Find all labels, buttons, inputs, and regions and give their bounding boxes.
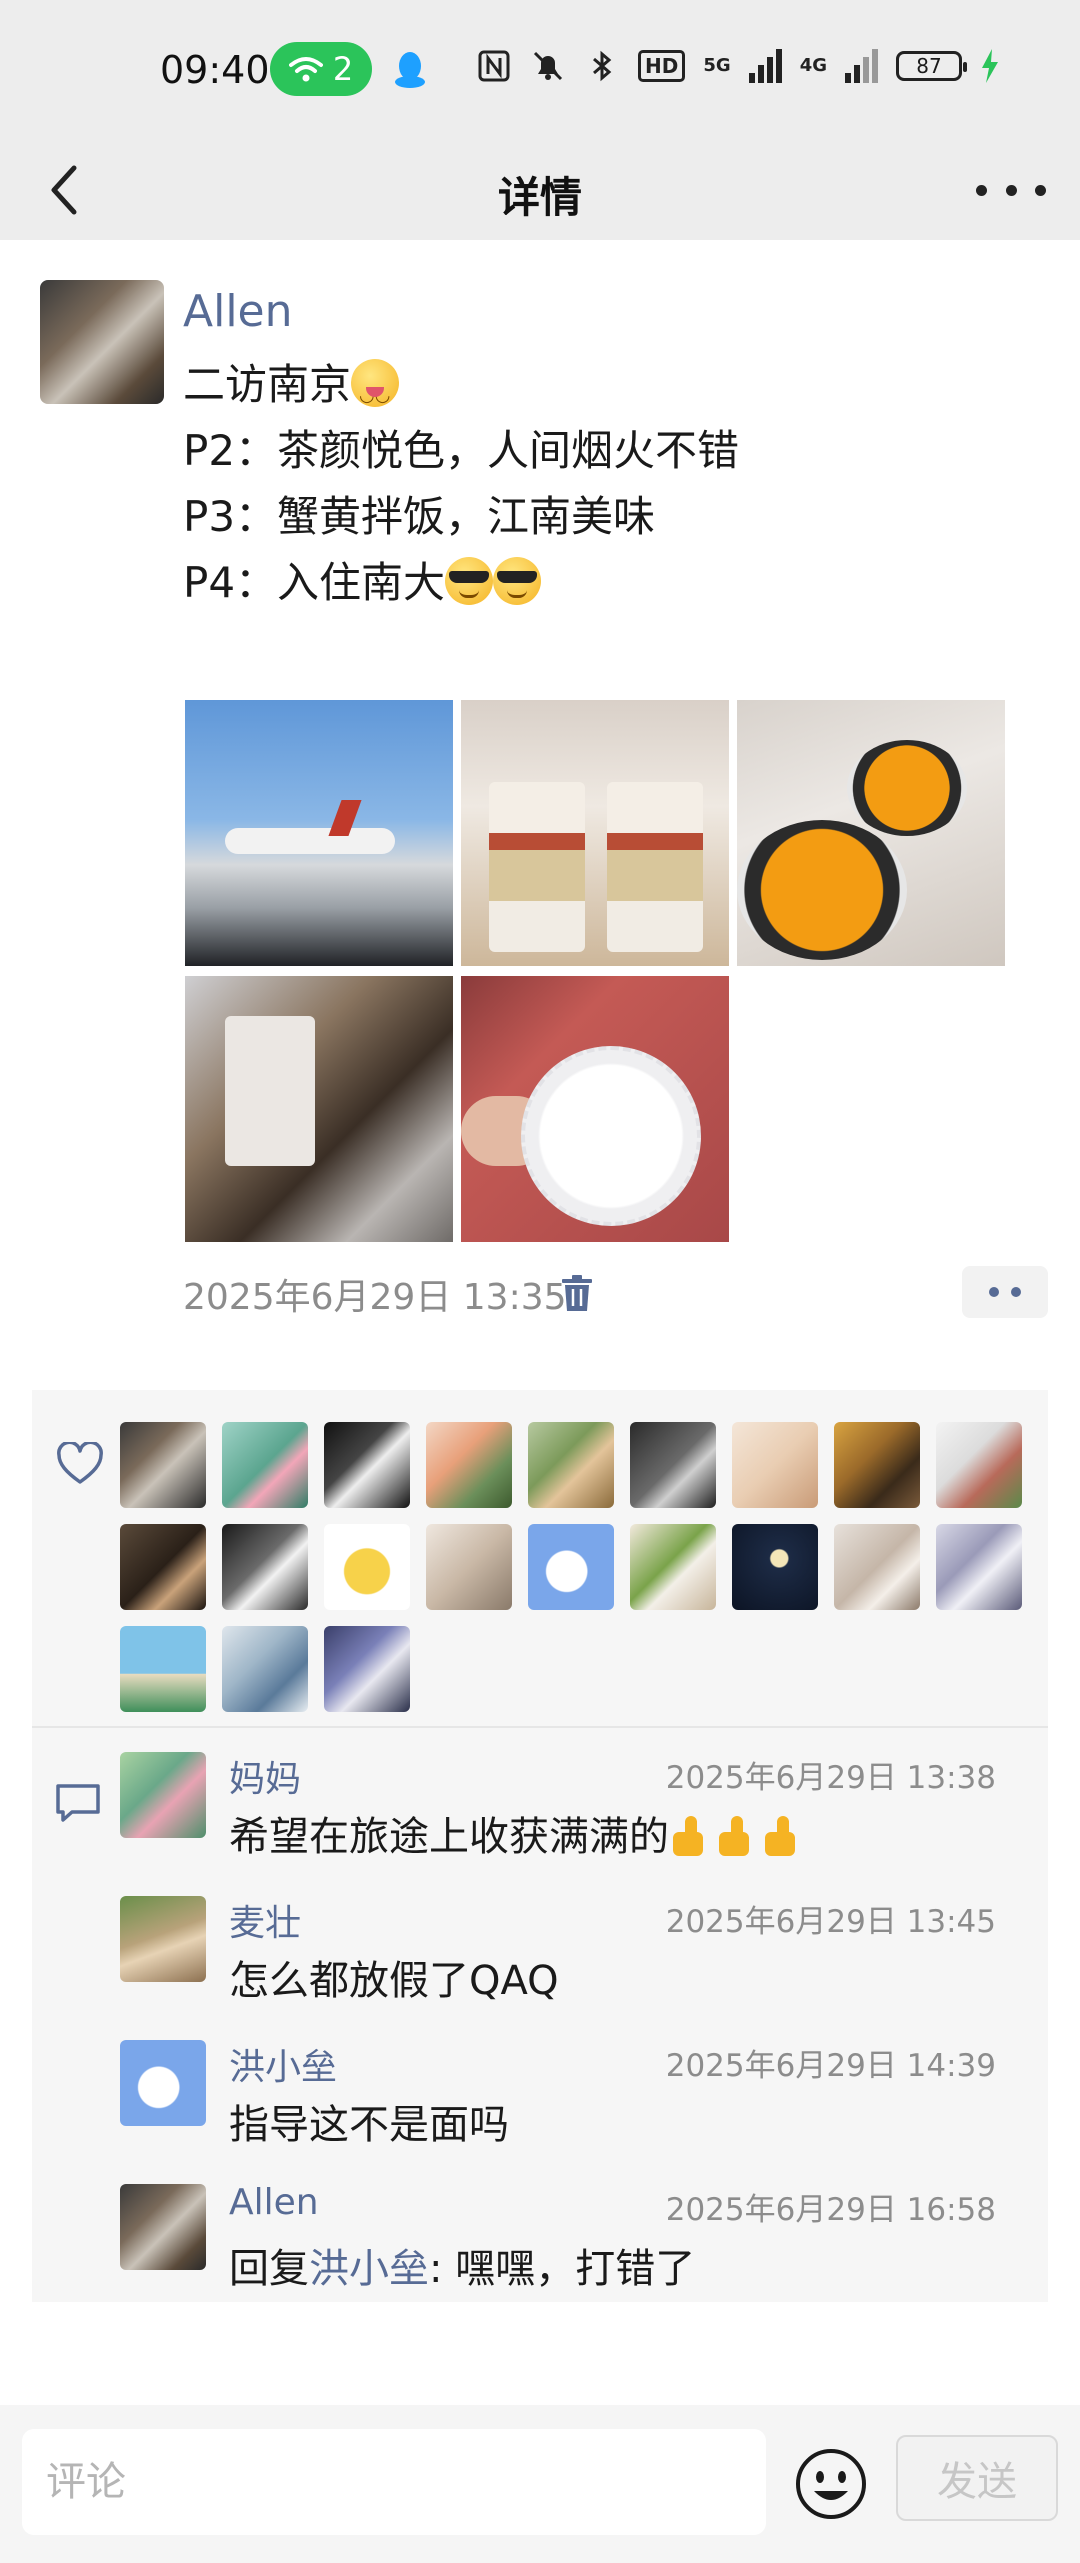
comment-avatar-allen[interactable] (120, 2184, 206, 2270)
comment-time: 2025年6月29日 13:45 (665, 1904, 996, 1940)
trash-icon[interactable] (560, 1274, 594, 1312)
photo-crab-rice[interactable] (737, 700, 1005, 966)
page-title: 详情 (497, 173, 582, 222)
status-time: 09:40 (160, 48, 270, 92)
comment-author[interactable]: 洪小垒 (229, 2038, 337, 2090)
like-avatar[interactable] (222, 1524, 308, 1610)
post-line: 二访南京 (183, 352, 739, 429)
like-avatar[interactable] (630, 1422, 716, 1508)
comment-input-bar: 发送 (0, 2405, 1080, 2563)
qq-icon (395, 52, 425, 88)
like-avatar[interactable] (120, 1626, 206, 1712)
network-4g-label: 4G (799, 55, 827, 76)
sunglasses-emoji-icon (445, 557, 494, 605)
like-avatar[interactable] (528, 1422, 614, 1508)
like-avatar[interactable] (936, 1422, 1022, 1508)
like-avatar[interactable] (528, 1524, 614, 1610)
network-5g-label: 5G (703, 55, 731, 76)
like-avatar[interactable] (120, 1524, 206, 1610)
photo-tea-drinks[interactable] (461, 700, 729, 966)
battery-icon: 87 (896, 51, 967, 81)
photo-hotel-room[interactable] (185, 976, 453, 1242)
divider (32, 1726, 1048, 1728)
comment-avatar-hongxiaolei[interactable] (120, 2040, 206, 2126)
like-avatar[interactable] (936, 1524, 1022, 1610)
comment-time: 2025年6月29日 13:38 (665, 1760, 996, 1796)
charging-bolt-icon (982, 49, 998, 83)
signal-5g-icon (748, 49, 782, 83)
comment-time: 2025年6月29日 14:39 (665, 2048, 996, 2084)
wifi-icon (288, 57, 323, 82)
heart-icon (57, 1442, 103, 1484)
comment-author[interactable]: 妈妈 (229, 1750, 301, 1802)
emoji-picker-icon[interactable] (794, 2447, 868, 2521)
thumbs-up-emoji-icon (761, 1814, 805, 1858)
more-options-icon[interactable] (976, 168, 1046, 212)
comment-avatar-maizhuang[interactable] (120, 1896, 206, 1982)
like-avatar[interactable] (324, 1524, 410, 1610)
like-avatar[interactable] (222, 1422, 308, 1508)
wifi-count: 2 (332, 50, 354, 88)
like-avatar[interactable] (324, 1422, 410, 1508)
like-avatar[interactable] (630, 1524, 716, 1610)
nfc-icon (478, 50, 510, 82)
nav-bar: 详情 (0, 140, 1080, 240)
battery-level: 87 (916, 54, 942, 78)
post-author-avatar[interactable] (40, 280, 164, 404)
like-avatar[interactable] (834, 1524, 920, 1610)
interactions-panel: 妈妈 2025年6月29日 13:38 希望在旅途上收获满满的 麦壮 2025年… (32, 1390, 1048, 2302)
comment-author[interactable]: 麦壮 (229, 1894, 301, 1946)
comment-text: 回复洪小垒: 嘿嘿，打错了 (229, 2246, 696, 2292)
wifi-hotspot-badge: 2 (270, 42, 372, 96)
comment-input[interactable] (22, 2429, 766, 2535)
signal-4g-icon (845, 49, 878, 83)
like-avatar[interactable] (834, 1422, 920, 1508)
comment-text: 怎么都放假了QAQ (229, 1958, 559, 2004)
comment-text: 指导这不是面吗 (229, 2102, 509, 2148)
sunglasses-emoji-icon (493, 557, 542, 605)
reply-to-user-link[interactable]: 洪小垒 (309, 2246, 429, 2292)
like-avatar[interactable] (732, 1422, 818, 1508)
status-bar: 09:40 2 HD 5G 4G 87 (0, 0, 1080, 140)
comment-text: 希望在旅途上收获满满的 (229, 1804, 807, 1862)
comment-time: 2025年6月29日 16:58 (665, 2192, 996, 2228)
like-avatar[interactable] (120, 1422, 206, 1508)
like-avatar[interactable] (222, 1626, 308, 1712)
photo-soap[interactable] (461, 976, 729, 1242)
comment-bubble-icon (56, 1784, 100, 1822)
status-right-icons: HD 5G 4G 87 (476, 48, 1000, 84)
thumbs-up-emoji-icon (715, 1814, 759, 1858)
like-avatar[interactable] (426, 1524, 512, 1610)
yum-emoji-icon (351, 359, 400, 429)
post-timestamp: 2025年6月29日 13:35 (183, 1277, 567, 1318)
thumbs-up-emoji-icon (669, 1814, 713, 1858)
post-author-name[interactable]: Allen (183, 286, 293, 337)
like-comment-menu-button[interactable] (962, 1266, 1048, 1318)
comment-author[interactable]: Allen (229, 2182, 319, 2223)
comment-avatar-mama[interactable] (120, 1752, 206, 1838)
photo-airport[interactable] (185, 700, 453, 966)
like-avatar[interactable] (426, 1422, 512, 1508)
post-line: P4：入住南大 (183, 550, 739, 616)
send-button[interactable]: 发送 (896, 2435, 1058, 2521)
like-avatar[interactable] (732, 1524, 818, 1610)
bluetooth-icon (593, 50, 612, 82)
mute-bell-icon (533, 51, 563, 81)
post-line: P2：茶颜悦色，人间烟火不错 (183, 426, 740, 475)
post-content: 二访南京 P2：茶颜悦色，人间烟火不错 P3：蟹黄拌饭，江南美味 P4：入住南大 (183, 352, 739, 616)
hd-voice-icon: HD (638, 50, 686, 82)
like-avatar[interactable] (324, 1626, 410, 1712)
post-line: P3：蟹黄拌饭，江南美味 (183, 492, 656, 541)
